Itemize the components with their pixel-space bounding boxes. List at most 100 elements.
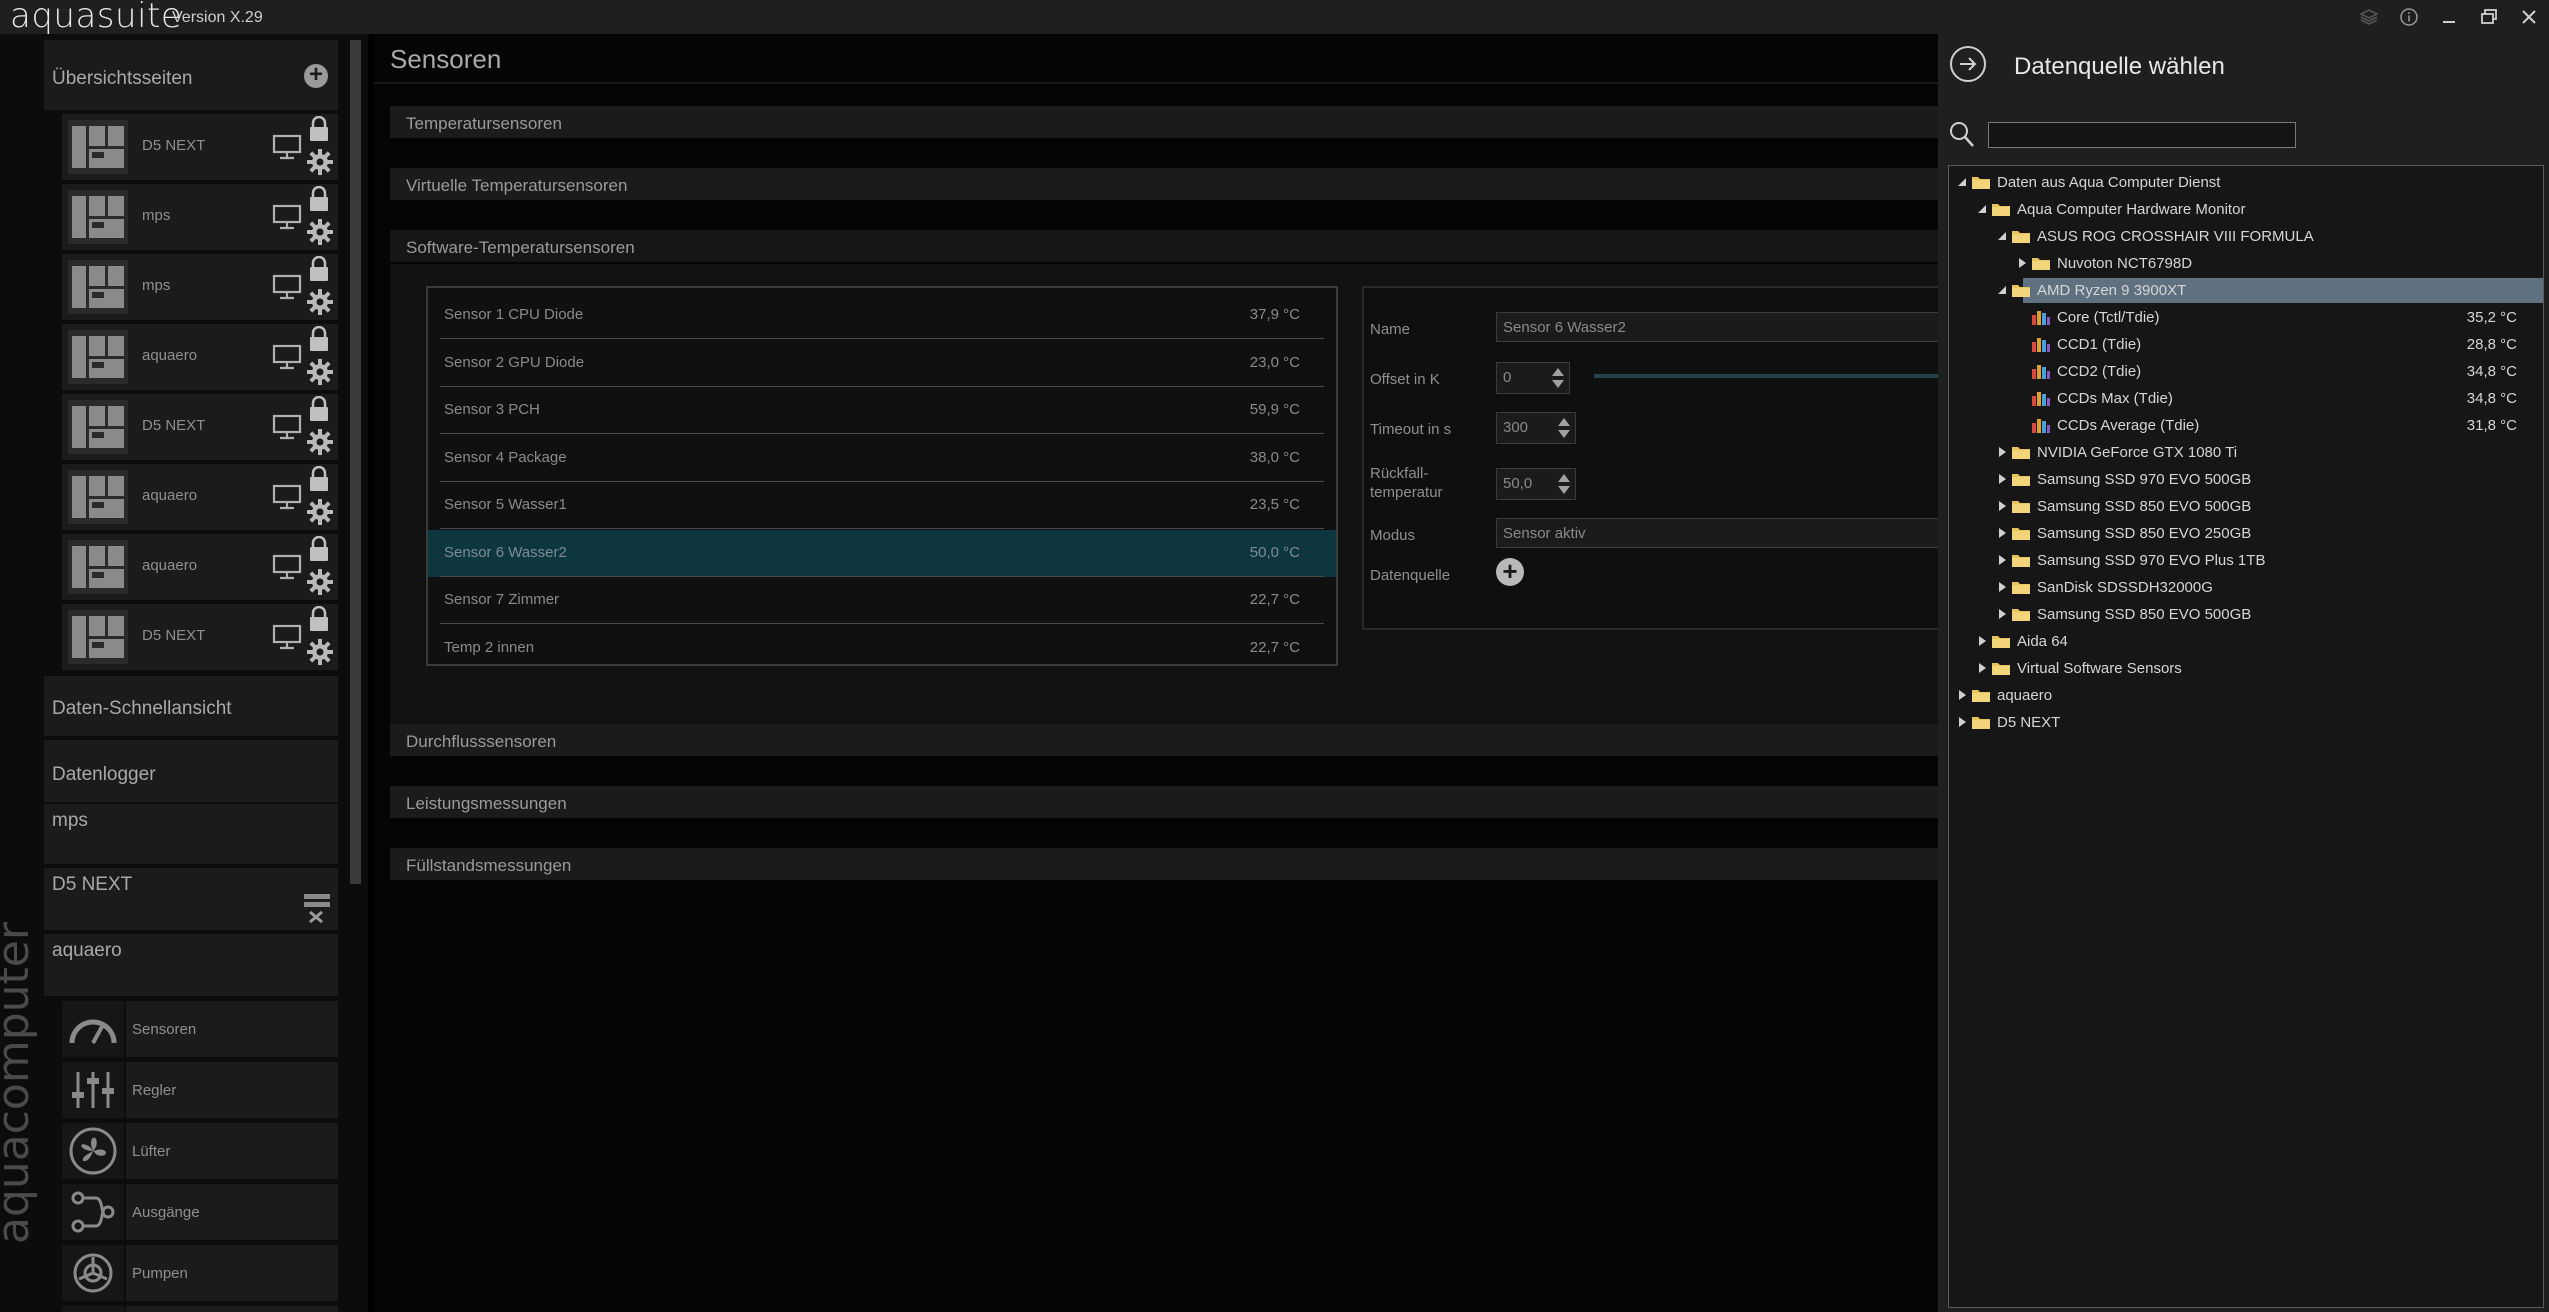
tree-folder-item[interactable]: Samsung SSD 970 EVO 500GB: [1949, 466, 2543, 493]
overview-page-item[interactable]: mps: [62, 254, 338, 320]
sub-item-controllers[interactable]: Regler: [62, 1062, 338, 1118]
sub-item-pumps[interactable]: Pumpen: [62, 1245, 338, 1301]
mode-select[interactable]: Sensor aktiv: [1496, 518, 1940, 548]
tree-folder-item[interactable]: Virtual Software Sensors: [1949, 655, 2543, 682]
section-d5-next[interactable]: D5 NEXT: [44, 868, 338, 930]
name-field[interactable]: Sensor 6 Wasser2: [1496, 312, 1940, 342]
lock-icon[interactable]: [308, 326, 330, 352]
monitor-icon[interactable]: [272, 344, 302, 370]
sensor-row[interactable]: Sensor 2 GPU Diode 23,0 °C: [428, 340, 1336, 387]
collapsed-arrow-icon[interactable]: [1977, 635, 1987, 647]
expanded-arrow-icon[interactable]: [1957, 176, 1967, 188]
lock-icon[interactable]: [308, 606, 330, 632]
tree-folder-item[interactable]: SanDisk SDSSDH32000G: [1949, 574, 2543, 601]
section-flow-sensors[interactable]: Durchflusssensoren: [390, 724, 1938, 756]
tree-folder-item[interactable]: ASUS ROG CROSSHAIR VIII FORMULA: [1949, 223, 2543, 250]
collapsed-arrow-icon[interactable]: [1997, 446, 2007, 458]
close-panel-button[interactable]: [1950, 46, 1986, 82]
sub-item-more[interactable]: [62, 1306, 338, 1312]
overview-pages-header[interactable]: Übersichtsseiten +: [44, 40, 338, 110]
tree-sensor-item[interactable]: CCD1 (Tdie) 28,8 °C: [1949, 331, 2543, 358]
section-level-measurements[interactable]: Füllstandsmessungen: [390, 848, 1938, 880]
sensor-row[interactable]: Temp 2 innen 22,7 °C: [428, 625, 1336, 672]
sub-item-sensors[interactable]: Sensoren: [62, 1001, 338, 1057]
lock-icon[interactable]: [308, 466, 330, 492]
offset-stepper[interactable]: 0: [1496, 362, 1570, 394]
collapsed-arrow-icon[interactable]: [2017, 257, 2027, 269]
gear-icon[interactable]: [306, 428, 334, 456]
section-datalogger[interactable]: Datenlogger: [44, 740, 338, 802]
collapsed-arrow-icon[interactable]: [1997, 608, 2007, 620]
tree-folder-item[interactable]: Samsung SSD 850 EVO 500GB: [1949, 493, 2543, 520]
tree-sensor-item[interactable]: Core (Tctl/Tdie) 35,2 °C: [1949, 304, 2543, 331]
sensor-row[interactable]: Sensor 6 Wasser2 50,0 °C: [428, 529, 1336, 577]
collapsed-arrow-icon[interactable]: [1997, 473, 2007, 485]
tree-folder-item[interactable]: NVIDIA GeForce GTX 1080 Ti: [1949, 439, 2543, 466]
minimize-icon[interactable]: [2429, 0, 2469, 34]
sensor-row[interactable]: Sensor 7 Zimmer 22,7 °C: [428, 577, 1336, 624]
fallback-stepper[interactable]: 50,0: [1496, 468, 1576, 500]
offset-slider[interactable]: [1594, 374, 1940, 378]
device-settings-icon[interactable]: [302, 892, 332, 924]
gear-icon[interactable]: [306, 638, 334, 666]
collapsed-arrow-icon[interactable]: [1977, 662, 1987, 674]
tree-folder-item[interactable]: Daten aus Aqua Computer Dienst: [1949, 169, 2543, 196]
tree-folder-item[interactable]: Samsung SSD 850 EVO 500GB: [1949, 601, 2543, 628]
lock-icon[interactable]: [308, 396, 330, 422]
section-mps[interactable]: mps: [44, 804, 338, 864]
section-temperature-sensors[interactable]: Temperatursensoren: [390, 106, 1938, 138]
sensor-row[interactable]: Sensor 3 PCH 59,9 °C: [428, 387, 1336, 434]
lock-icon[interactable]: [308, 256, 330, 282]
monitor-icon[interactable]: [272, 624, 302, 650]
sub-item-fans[interactable]: Lüfter: [62, 1123, 338, 1179]
lock-icon[interactable]: [308, 116, 330, 142]
lock-icon[interactable]: [308, 536, 330, 562]
collapsed-arrow-icon[interactable]: [1997, 527, 2007, 539]
collapsed-arrow-icon[interactable]: [1997, 500, 2007, 512]
monitor-icon[interactable]: [272, 484, 302, 510]
overview-page-item[interactable]: aquaero: [62, 324, 338, 390]
section-software-sensors[interactable]: Software-Temperatursensoren: [390, 230, 1938, 262]
section-power-measurements[interactable]: Leistungsmessungen: [390, 786, 1938, 818]
overview-page-item[interactable]: aquaero: [62, 534, 338, 600]
spinner-arrows-icon[interactable]: [1551, 367, 1565, 389]
tree-folder-item[interactable]: D5 NEXT: [1949, 709, 2543, 736]
add-source-button[interactable]: +: [1496, 558, 1524, 586]
tree-folder-item[interactable]: Samsung SSD 970 EVO Plus 1TB: [1949, 547, 2543, 574]
tree-folder-item[interactable]: Nuvoton NCT6798D: [1949, 250, 2543, 277]
expanded-arrow-icon[interactable]: [1977, 203, 1987, 215]
collapsed-arrow-icon[interactable]: [1957, 689, 1967, 701]
tree-sensor-item[interactable]: CCDs Average (Tdie) 31,8 °C: [1949, 412, 2543, 439]
gear-icon[interactable]: [306, 498, 334, 526]
overview-page-item[interactable]: D5 NEXT: [62, 114, 338, 180]
layers-icon[interactable]: [2349, 0, 2389, 34]
overview-page-item[interactable]: aquaero: [62, 464, 338, 530]
spinner-arrows-icon[interactable]: [1557, 417, 1571, 439]
gear-icon[interactable]: [306, 358, 334, 386]
spinner-arrows-icon[interactable]: [1557, 473, 1571, 495]
search-input[interactable]: [1988, 122, 2296, 148]
tree-sensor-item[interactable]: CCDs Max (Tdie) 34,8 °C: [1949, 385, 2543, 412]
close-icon[interactable]: [2509, 0, 2549, 34]
monitor-icon[interactable]: [272, 414, 302, 440]
gear-icon[interactable]: [306, 288, 334, 316]
collapsed-arrow-icon[interactable]: [1957, 716, 1967, 728]
sensor-row[interactable]: Sensor 5 Wasser1 23,5 °C: [428, 482, 1336, 529]
monitor-icon[interactable]: [272, 134, 302, 160]
info-icon[interactable]: [2389, 0, 2429, 34]
overview-page-item[interactable]: D5 NEXT: [62, 394, 338, 460]
monitor-icon[interactable]: [272, 274, 302, 300]
sensor-row[interactable]: Sensor 1 CPU Diode 37,9 °C: [428, 292, 1336, 339]
tree-sensor-item[interactable]: CCD2 (Tdie) 34,8 °C: [1949, 358, 2543, 385]
section-aquaero[interactable]: aquaero: [44, 934, 338, 996]
tree-folder-item[interactable]: Aida 64: [1949, 628, 2543, 655]
timeout-stepper[interactable]: 300: [1496, 412, 1576, 444]
overview-page-item[interactable]: mps: [62, 184, 338, 250]
section-virtual-sensors[interactable]: Virtuelle Temperatursensoren: [390, 168, 1938, 200]
collapsed-arrow-icon[interactable]: [1997, 554, 2007, 566]
gear-icon[interactable]: [306, 218, 334, 246]
tree-folder-item[interactable]: AMD Ryzen 9 3900XT: [1949, 277, 2543, 304]
tree-folder-item[interactable]: Samsung SSD 850 EVO 250GB: [1949, 520, 2543, 547]
restore-icon[interactable]: [2469, 0, 2509, 34]
sub-item-outputs[interactable]: Ausgänge: [62, 1184, 338, 1240]
